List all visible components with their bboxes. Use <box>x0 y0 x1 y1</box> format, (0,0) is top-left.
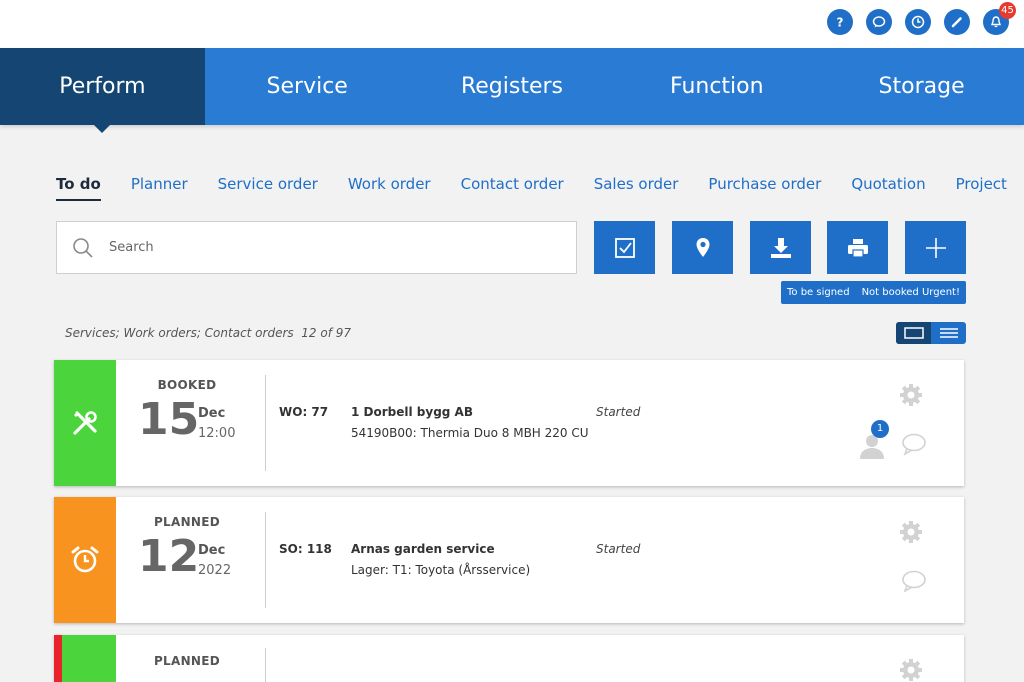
card-view-button[interactable] <box>896 322 931 344</box>
list-summary-types: Services; Work orders; Contact orders <box>65 326 294 340</box>
nav-tab-perform[interactable]: Perform <box>0 48 205 133</box>
list-summary: Services; Work orders; Contact orders 12… <box>65 326 351 340</box>
card-view-icon <box>903 327 924 339</box>
sub-tabs: To do Planner Service order Work order C… <box>56 173 1024 203</box>
clock-button[interactable] <box>905 9 931 35</box>
card-status: PLANNED <box>153 654 221 668</box>
subtab-service-order[interactable]: Service order <box>218 173 318 201</box>
chat-bubble-icon <box>872 16 886 28</box>
subtab-sales-order[interactable]: Sales order <box>594 173 679 201</box>
card-divider <box>265 375 266 471</box>
card-status: BOOKED <box>157 378 217 392</box>
alarm-clock-icon <box>71 546 99 573</box>
plus-icon <box>925 237 946 258</box>
nav-tab-service[interactable]: Service <box>205 48 410 125</box>
nav-tab-storage[interactable]: Storage <box>819 48 1024 125</box>
map-pin-icon <box>696 237 709 257</box>
search-box <box>56 221 577 274</box>
search-icon <box>73 237 93 258</box>
subtab-quotation[interactable]: Quotation <box>851 173 925 201</box>
subtab-purchase-order[interactable]: Purchase order <box>708 173 821 201</box>
svg-text:?: ? <box>837 16 844 30</box>
card-customer: 1 Dorbell bygg AB <box>351 405 473 419</box>
card-divider <box>265 512 266 608</box>
filter-to-be-signed[interactable]: To be signed <box>787 287 850 298</box>
card-status: PLANNED <box>153 515 221 529</box>
chat-button[interactable] <box>866 9 892 35</box>
card-state: Started <box>596 542 641 556</box>
card-description: Lager: T1: Toyota (Årsservice) <box>351 563 531 577</box>
top-utility-bar: ? 45 <box>0 0 1024 48</box>
subtab-planner[interactable]: Planner <box>131 173 188 201</box>
card-date: PLANNED <box>116 635 266 682</box>
filter-bar: To be signed Not booked Urgent! <box>781 281 966 304</box>
comment-icon[interactable] <box>901 569 927 593</box>
pen-button[interactable] <box>944 9 970 35</box>
card-customer: Arnas garden service <box>351 542 495 556</box>
notifications-button[interactable]: 45 <box>983 2 1016 35</box>
task-card[interactable]: BOOKED 15 Dec 12:00 WO: 77 1 Dorbell byg… <box>54 360 964 486</box>
map-button[interactable] <box>672 221 733 274</box>
subtab-contact-order[interactable]: Contact order <box>461 173 564 201</box>
gear-icon[interactable] <box>898 657 924 682</box>
card-day: 12 <box>138 531 200 582</box>
card-month: Dec <box>198 543 226 558</box>
task-card[interactable]: PLANNED 12 Dec 2022 SO: 118 Arnas garden… <box>54 497 964 623</box>
nav-tab-registers[interactable]: Registers <box>410 48 615 125</box>
card-category-strip <box>54 497 116 623</box>
card-month: Dec <box>198 406 226 421</box>
list-view-button[interactable] <box>931 322 966 344</box>
card-year: 2022 <box>198 563 232 578</box>
card-time: 12:00 <box>198 426 236 441</box>
tools-icon <box>73 411 97 435</box>
card-order-number: SO: 118 <box>279 542 332 556</box>
card-category-strip <box>54 360 116 486</box>
download-icon <box>770 237 791 258</box>
clock-icon <box>911 15 925 29</box>
assignee-count-badge: 1 <box>871 420 889 438</box>
nav-tab-function[interactable]: Function <box>614 48 819 125</box>
gear-icon[interactable] <box>898 519 924 545</box>
filter-not-booked-urgent[interactable]: Not booked Urgent! <box>862 287 960 298</box>
gear-icon[interactable] <box>898 382 924 408</box>
print-button[interactable] <box>827 221 888 274</box>
card-day: 15 <box>138 394 200 445</box>
card-state: Started <box>596 405 641 419</box>
card-date: PLANNED 12 Dec 2022 <box>116 497 266 623</box>
card-category-strip <box>54 635 116 682</box>
printer-icon <box>847 238 868 258</box>
help-button[interactable]: ? <box>827 9 853 35</box>
card-divider <box>265 648 266 682</box>
subtab-project[interactable]: Project <box>956 173 1007 201</box>
notification-count-badge: 45 <box>999 2 1016 19</box>
comment-icon[interactable] <box>901 432 927 456</box>
list-summary-count: 12 of 97 <box>301 326 352 340</box>
main-nav: Perform Service Registers Function Stora… <box>0 48 1024 133</box>
search-input[interactable] <box>109 240 549 255</box>
task-card[interactable]: PLANNED <box>54 635 964 682</box>
view-toggle <box>896 322 966 344</box>
question-mark-icon: ? <box>837 16 844 30</box>
subtab-to-do[interactable]: To do <box>56 173 101 201</box>
checkbox-icon <box>614 237 635 258</box>
card-date: BOOKED 15 Dec 12:00 <box>116 360 266 486</box>
download-button[interactable] <box>750 221 811 274</box>
urgent-indicator <box>54 635 62 682</box>
list-view-icon <box>939 328 958 338</box>
select-button[interactable] <box>594 221 655 274</box>
card-order-number: WO: 77 <box>279 405 329 419</box>
pen-icon <box>951 17 962 28</box>
add-button[interactable] <box>905 221 966 274</box>
card-description: 54190B00: Thermia Duo 8 MBH 220 CU <box>351 426 589 440</box>
subtab-work-order[interactable]: Work order <box>348 173 431 201</box>
